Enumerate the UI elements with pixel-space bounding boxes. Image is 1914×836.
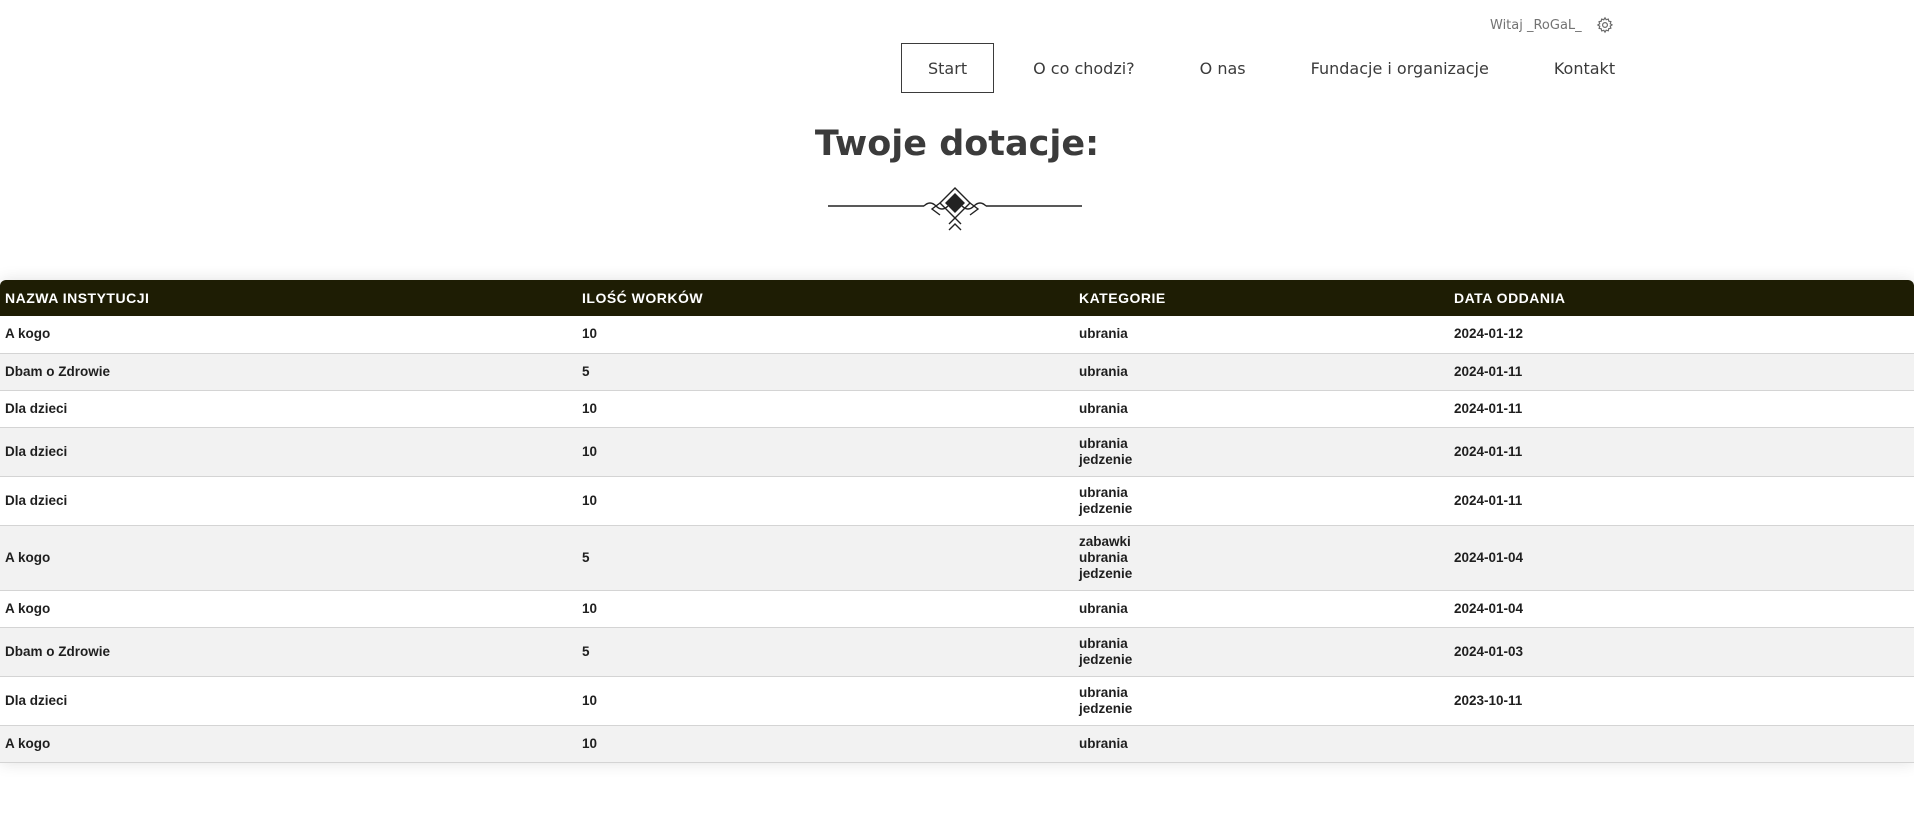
category-label: jedzenie <box>1079 700 1133 716</box>
gear-icon[interactable] <box>1596 16 1614 34</box>
donations-table-container: NAZWA INSTYTUCJI ILOŚĆ WORKÓW KATEGORIE … <box>0 280 1914 763</box>
table-body: A kogo 10 ubrania 2024-01-12 Dbam o Zdrowie 5… <box>0 316 1914 763</box>
cell-bags: 10 <box>577 590 1074 628</box>
decorative-ornament-icon <box>828 186 1082 232</box>
cell-institution: Dla dzieci <box>0 427 577 477</box>
table-row: Dla dzieci 10 ubrania jedzenie 2023-10-11 <box>0 676 1914 726</box>
nav-kontakt[interactable]: Kontakt <box>1527 43 1642 93</box>
cell-date: 2024-01-11 <box>1449 353 1914 391</box>
page-title: Twoje dotacje: <box>814 124 1100 164</box>
cell-categories: zabawki ubrania jedzenie <box>1074 525 1449 591</box>
table-row: Dla dzieci 10 ubrania 2024-01-11 <box>0 390 1914 428</box>
header-bags: ILOŚĆ WORKÓW <box>582 290 704 306</box>
category-label: ubrania <box>1079 600 1128 616</box>
cell-institution: A kogo <box>0 590 577 628</box>
cell-bags: 10 <box>577 725 1074 763</box>
nav-o-nas[interactable]: O nas <box>1173 43 1273 93</box>
category-label: ubrania <box>1079 435 1128 451</box>
nav-start[interactable]: Start <box>901 43 995 93</box>
table-row: Dbam o Zdrowie 5 ubrania 2024-01-11 <box>0 353 1914 391</box>
cell-institution: Dla dzieci <box>0 390 577 428</box>
cell-categories: ubrania <box>1074 590 1449 628</box>
donations-table: NAZWA INSTYTUCJI ILOŚĆ WORKÓW KATEGORIE … <box>0 280 1914 763</box>
table-row: Dla dzieci 10 ubrania jedzenie 2024-01-11 <box>0 427 1914 477</box>
category-label: jedzenie <box>1079 565 1133 581</box>
table-row: A kogo 10 ubrania 2024-01-04 <box>0 590 1914 628</box>
cell-institution: Dla dzieci <box>0 676 577 726</box>
cell-bags: 5 <box>577 525 1074 591</box>
category-label: ubrania <box>1079 684 1128 700</box>
cell-bags: 10 <box>577 676 1074 726</box>
cell-bags: 10 <box>577 316 1074 354</box>
cell-categories: ubrania <box>1074 725 1449 763</box>
page: Witaj _RoGaL_ Start O co chodzi? O nas F… <box>0 0 1914 836</box>
main-nav: Start O co chodzi? O nas Fundacje i orga… <box>901 42 1653 94</box>
header-date: DATA ODDANIA <box>1454 290 1566 306</box>
cell-institution: A kogo <box>0 316 577 354</box>
table-row: Dbam o Zdrowie 5 ubrania jedzenie 2024-01-03 <box>0 627 1914 677</box>
cell-date: 2024-01-11 <box>1449 390 1914 428</box>
cell-categories: ubrania <box>1074 390 1449 428</box>
cell-bags: 5 <box>577 353 1074 391</box>
cell-bags: 5 <box>577 627 1074 677</box>
table-row: A kogo 5 zabawki ubrania jedzenie 2024-01-04 <box>0 525 1914 591</box>
cell-bags: 10 <box>577 427 1074 477</box>
category-label: ubrania <box>1079 326 1128 342</box>
nav-fundacje[interactable]: Fundacje i organizacje <box>1284 43 1516 93</box>
category-label: ubrania <box>1079 400 1128 416</box>
cell-date <box>1449 725 1914 763</box>
cell-institution: Dla dzieci <box>0 476 577 526</box>
cell-date: 2024-01-12 <box>1449 316 1914 354</box>
category-label: ubrania <box>1079 735 1128 751</box>
category-label: ubrania <box>1079 363 1128 379</box>
category-label: ubrania <box>1079 484 1128 500</box>
cell-categories: ubrania jedzenie <box>1074 427 1449 477</box>
category-label: ubrania <box>1079 549 1128 565</box>
cell-date: 2024-01-04 <box>1449 590 1914 628</box>
cell-date: 2024-01-11 <box>1449 427 1914 477</box>
user-bar: Witaj _RoGaL_ <box>1490 16 1614 34</box>
table-row: A kogo 10 ubrania <box>0 725 1914 763</box>
category-label: zabawki <box>1079 533 1131 549</box>
cell-institution: A kogo <box>0 725 577 763</box>
header-categories: KATEGORIE <box>1079 290 1166 306</box>
nav-o-co-chodzi[interactable]: O co chodzi? <box>1006 43 1162 93</box>
cell-date: 2024-01-11 <box>1449 476 1914 526</box>
category-label: jedzenie <box>1079 451 1133 467</box>
user-greeting: Witaj _RoGaL_ <box>1490 17 1582 33</box>
cell-bags: 10 <box>577 476 1074 526</box>
cell-institution: Dbam o Zdrowie <box>0 627 577 677</box>
category-label: jedzenie <box>1079 651 1133 667</box>
cell-categories: ubrania <box>1074 316 1449 354</box>
cell-categories: ubrania jedzenie <box>1074 627 1449 677</box>
table-row: Dla dzieci 10 ubrania jedzenie 2024-01-11 <box>0 476 1914 526</box>
cell-institution: A kogo <box>0 525 577 591</box>
cell-bags: 10 <box>577 390 1074 428</box>
cell-date: 2024-01-03 <box>1449 627 1914 677</box>
table-row: A kogo 10 ubrania 2024-01-12 <box>0 316 1914 354</box>
category-label: ubrania <box>1079 635 1128 651</box>
cell-institution: Dbam o Zdrowie <box>0 353 577 391</box>
cell-categories: ubrania <box>1074 353 1449 391</box>
cell-date: 2023-10-11 <box>1449 676 1914 726</box>
category-label: jedzenie <box>1079 500 1133 516</box>
cell-categories: ubrania jedzenie <box>1074 476 1449 526</box>
cell-date: 2024-01-04 <box>1449 525 1914 591</box>
cell-categories: ubrania jedzenie <box>1074 676 1449 726</box>
table-header-row: NAZWA INSTYTUCJI ILOŚĆ WORKÓW KATEGORIE … <box>0 280 1914 316</box>
header-institution: NAZWA INSTYTUCJI <box>5 290 150 306</box>
